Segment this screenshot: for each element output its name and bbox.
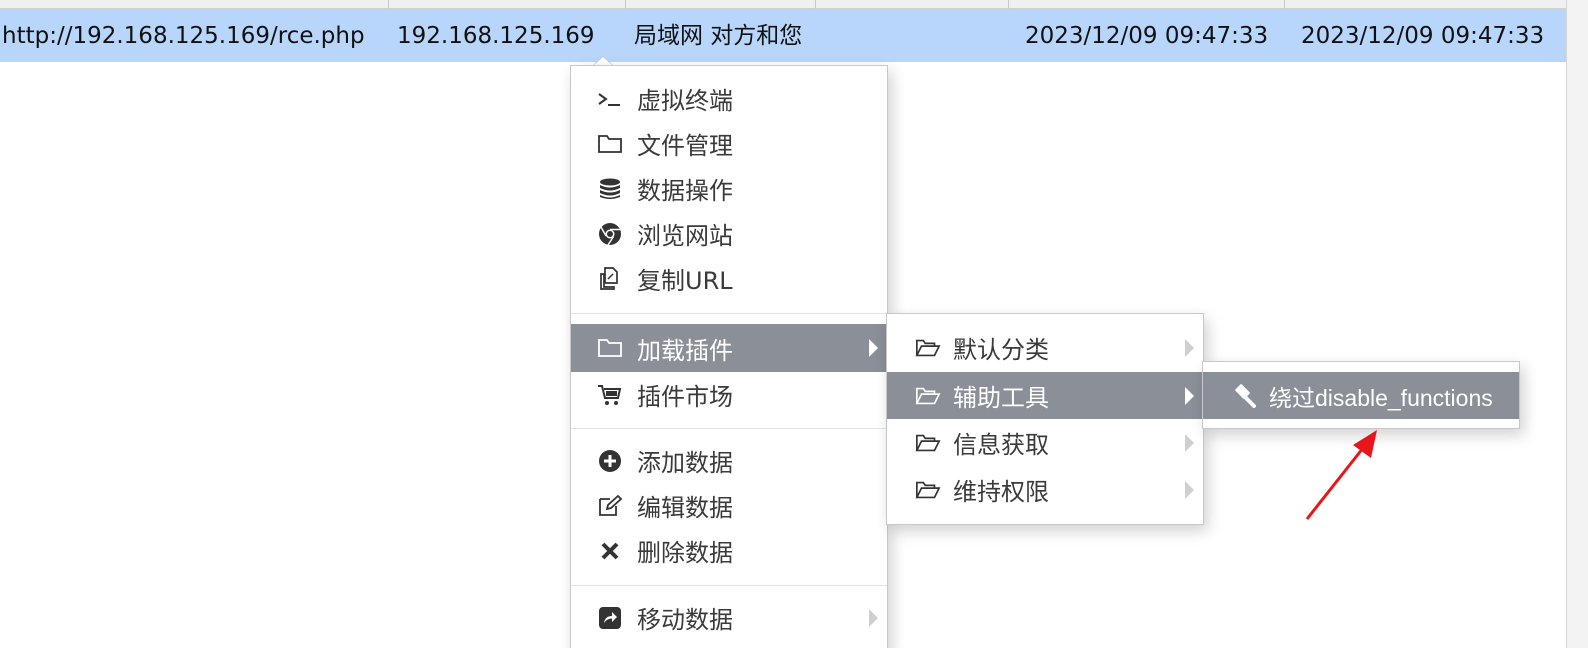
column-separator[interactable]	[1008, 0, 1009, 9]
menu-item-label: 插件市场	[637, 383, 733, 411]
menu-item-label: 默认分类	[953, 336, 1049, 364]
menu-item-move-data[interactable]: 移动数据	[571, 595, 887, 640]
cell-created: 2023/12/09 09:47:33	[1025, 23, 1269, 49]
folder-icon	[597, 335, 623, 361]
menu-item-add-data[interactable]: 添加数据	[571, 438, 887, 483]
copy-icon	[597, 266, 623, 292]
menu-item-copy-url[interactable]: 复制URL	[571, 256, 887, 301]
column-separator[interactable]	[388, 0, 389, 9]
menu-item-label: 文件管理	[637, 132, 733, 160]
menu-item-label: 信息获取	[953, 431, 1049, 459]
folder-open-icon	[915, 477, 941, 503]
submenu-item-utilities[interactable]: 辅助工具	[887, 372, 1203, 419]
column-separator[interactable]	[815, 0, 816, 9]
grid-header	[0, 0, 1588, 9]
menu-item-edit-data[interactable]: 编辑数据	[571, 483, 887, 528]
plus-circle-icon	[597, 448, 623, 474]
menu-item-database[interactable]: 数据操作	[571, 166, 887, 211]
menu-divider	[571, 428, 887, 429]
vertical-scrollbar[interactable]	[1566, 0, 1588, 648]
share-icon	[597, 605, 623, 631]
menu-divider	[571, 585, 887, 586]
menu-item-label: 复制URL	[637, 267, 733, 295]
menu-item-label: 虚拟终端	[637, 87, 733, 115]
cell-ip: 192.168.125.169	[397, 23, 595, 49]
terminal-icon	[597, 86, 623, 112]
menu-item-label: 移动数据	[637, 606, 733, 634]
menu-item-label: 添加数据	[637, 449, 733, 477]
submenu-arrow-icon	[1185, 433, 1194, 452]
menu-item-label: 删除数据	[637, 539, 733, 567]
tools-submenu: 绕过disable_functions	[1202, 361, 1520, 429]
plugin-submenu: 默认分类 辅助工具 信息获取 维持权限	[886, 313, 1204, 525]
menu-divider	[571, 313, 887, 314]
column-separator[interactable]	[625, 0, 626, 9]
menu-item-terminal[interactable]: 虚拟终端	[571, 76, 887, 121]
menu-item-plugin-market[interactable]: 插件市场	[571, 372, 887, 417]
folder-open-icon	[915, 335, 941, 361]
submenu-item-info-gathering[interactable]: 信息获取	[887, 419, 1203, 466]
cart-icon	[597, 382, 623, 408]
cell-url: http://192.168.125.169/rce.php	[2, 23, 365, 49]
menu-item-label: 加载插件	[637, 336, 733, 365]
menu-item-label: 维持权限	[953, 478, 1049, 506]
menu-item-label: 浏览网站	[637, 222, 733, 250]
menu-item-label: 编辑数据	[637, 494, 733, 522]
menu-item-load-plugin[interactable]: 加载插件	[571, 324, 887, 372]
table-row[interactable]: http://192.168.125.169/rce.php 192.168.1…	[0, 9, 1566, 62]
annotation-arrow-icon	[1305, 430, 1377, 520]
folder-open-icon	[915, 383, 941, 409]
submenu-item-bypass-disable-functions[interactable]: 绕过disable_functions	[1203, 372, 1519, 419]
menu-item-label: 绕过disable_functions	[1269, 384, 1493, 411]
menu-item-delete-data[interactable]: 删除数据	[571, 528, 887, 573]
close-icon	[597, 538, 623, 564]
submenu-arrow-icon	[869, 339, 878, 357]
column-separator[interactable]	[1284, 0, 1285, 9]
database-icon	[597, 176, 623, 202]
edit-icon	[597, 493, 623, 519]
menu-item-browse-site[interactable]: 浏览网站	[571, 211, 887, 256]
menu-item-file-manager[interactable]: 文件管理	[571, 121, 887, 166]
folder-icon	[597, 131, 623, 157]
submenu-arrow-icon	[1185, 480, 1194, 499]
context-menu: 虚拟终端 文件管理 数据操作 浏览网站 复制URL 加载插件 插件市场 添加数据…	[570, 65, 888, 648]
chrome-icon	[597, 221, 623, 247]
submenu-arrow-icon	[1185, 386, 1194, 405]
cell-location: 局域网 对方和您	[634, 23, 803, 49]
menu-item-label: 辅助工具	[953, 384, 1049, 412]
cell-updated: 2023/12/09 09:47:33	[1301, 23, 1545, 49]
gavel-icon	[1231, 383, 1257, 409]
submenu-arrow-icon	[869, 608, 878, 627]
submenu-arrow-icon	[1185, 338, 1194, 357]
submenu-item-persistence[interactable]: 维持权限	[887, 466, 1203, 513]
menu-item-label: 数据操作	[637, 177, 733, 205]
submenu-item-default[interactable]: 默认分类	[887, 324, 1203, 371]
folder-open-icon	[915, 430, 941, 456]
